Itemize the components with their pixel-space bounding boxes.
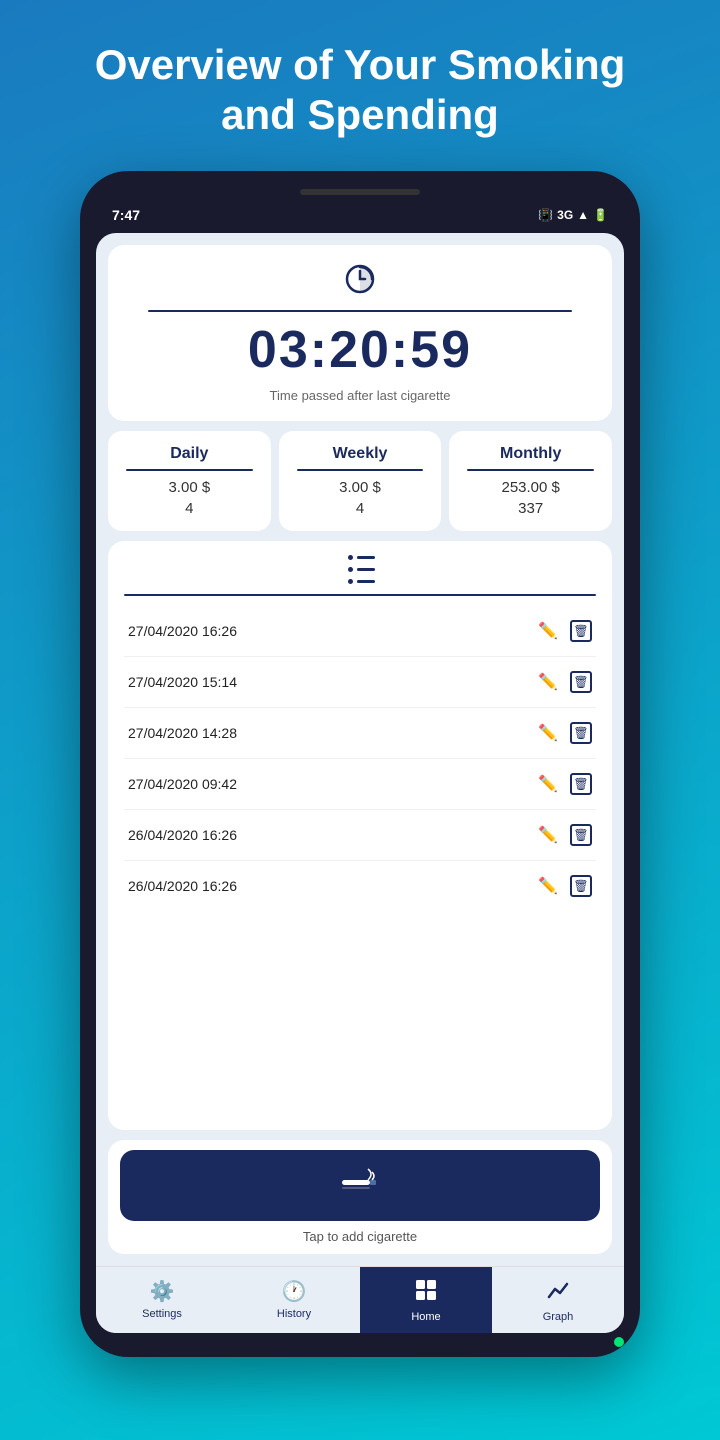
history-divider (124, 594, 596, 596)
edit-icon-4[interactable]: ✏️ (538, 774, 558, 794)
status-bar: 7:47 📳 3G ▲ 🔋 (96, 207, 624, 233)
edit-icon-1[interactable]: ✏️ (538, 621, 558, 641)
delete-icon-1[interactable]: 🗑 (570, 620, 592, 642)
delete-icon-5[interactable]: 🗑 (570, 824, 592, 846)
bottom-nav: ⚙️ Settings 🕐 History Home (96, 1266, 624, 1333)
timer-card: 03:20:59 Time passed after last cigarett… (108, 245, 612, 421)
home-icon (415, 1279, 437, 1307)
page-header: Overview of Your Smoking and Spending (0, 0, 720, 171)
timer-label: Time passed after last cigarette (128, 388, 592, 403)
history-actions-5: ✏️ 🗑 (538, 824, 592, 846)
history-date-3: 27/04/2020 14:28 (128, 725, 237, 741)
timer-display: 03:20:59 (128, 320, 592, 380)
add-cigarette-button[interactable] (120, 1150, 600, 1221)
status-icons: 📳 3G ▲ 🔋 (538, 208, 608, 222)
nav-home[interactable]: Home (360, 1267, 492, 1333)
vibrate-icon: 📳 (538, 208, 553, 222)
signal-3g: 3G (557, 208, 573, 222)
add-cigarette-label: Tap to add cigarette (120, 1229, 600, 1244)
delete-icon-6[interactable]: 🗑 (570, 875, 592, 897)
history-list-icon (124, 555, 596, 584)
status-time: 7:47 (112, 207, 140, 223)
green-status-dot (614, 1337, 624, 1347)
nav-settings[interactable]: ⚙️ Settings (96, 1267, 228, 1333)
nav-graph[interactable]: Graph (492, 1267, 624, 1333)
phone-device: 7:47 📳 3G ▲ 🔋 (80, 171, 640, 1357)
phone-screen: 03:20:59 Time passed after last cigarett… (96, 233, 624, 1333)
stat-weekly-divider (297, 469, 424, 471)
history-item: 27/04/2020 16:26 ✏️ 🗑 (124, 606, 596, 657)
edit-icon-5[interactable]: ✏️ (538, 825, 558, 845)
history-actions-6: ✏️ 🗑 (538, 875, 592, 897)
history-actions-3: ✏️ 🗑 (538, 722, 592, 744)
nav-history-label: History (277, 1308, 311, 1320)
history-item: 27/04/2020 14:28 ✏️ 🗑 (124, 708, 596, 759)
signal-bars-icon: ▲ (577, 208, 589, 222)
stats-row: Daily 3.00 $ 4 Weekly 3.00 $ 4 Monthly 2… (108, 431, 612, 531)
nav-graph-label: Graph (543, 1311, 574, 1323)
nav-history[interactable]: 🕐 History (228, 1267, 360, 1333)
stat-weekly: Weekly 3.00 $ 4 (279, 431, 442, 531)
history-actions-1: ✏️ 🗑 (538, 620, 592, 642)
edit-icon-6[interactable]: ✏️ (538, 876, 558, 896)
graph-icon (547, 1279, 569, 1307)
edit-icon-2[interactable]: ✏️ (538, 672, 558, 692)
stat-weekly-money: 3.00 $ (289, 479, 432, 496)
add-cigarette-section: Tap to add cigarette (108, 1140, 612, 1254)
timer-divider (148, 310, 572, 312)
stat-monthly: Monthly 253.00 $ 337 (449, 431, 612, 531)
delete-icon-3[interactable]: 🗑 (570, 722, 592, 744)
stat-daily-count: 4 (118, 500, 261, 517)
delete-icon-4[interactable]: 🗑 (570, 773, 592, 795)
clock-icon (128, 263, 592, 302)
history-date-6: 26/04/2020 16:26 (128, 878, 237, 894)
battery-icon: 🔋 (593, 208, 608, 222)
history-date-5: 26/04/2020 16:26 (128, 827, 237, 843)
screen-content: 03:20:59 Time passed after last cigarett… (96, 233, 624, 1266)
history-actions-2: ✏️ 🗑 (538, 671, 592, 693)
edit-icon-3[interactable]: ✏️ (538, 723, 558, 743)
history-actions-4: ✏️ 🗑 (538, 773, 592, 795)
history-date-2: 27/04/2020 15:14 (128, 674, 237, 690)
stat-monthly-title: Monthly (459, 445, 602, 463)
nav-settings-label: Settings (142, 1308, 182, 1320)
stat-monthly-divider (467, 469, 594, 471)
history-item: 27/04/2020 15:14 ✏️ 🗑 (124, 657, 596, 708)
stat-daily-divider (126, 469, 253, 471)
stat-daily-title: Daily (118, 445, 261, 463)
stat-weekly-title: Weekly (289, 445, 432, 463)
settings-icon: ⚙️ (150, 1279, 175, 1304)
history-item: 27/04/2020 09:42 ✏️ 🗑 (124, 759, 596, 810)
page-title: Overview of Your Smoking and Spending (60, 40, 660, 141)
history-date-1: 27/04/2020 16:26 (128, 623, 237, 639)
phone-notch (300, 189, 420, 195)
stat-daily: Daily 3.00 $ 4 (108, 431, 271, 531)
delete-icon-2[interactable]: 🗑 (570, 671, 592, 693)
stat-weekly-count: 4 (289, 500, 432, 517)
history-item: 26/04/2020 16:26 ✏️ 🗑 (124, 861, 596, 911)
history-item: 26/04/2020 16:26 ✏️ 🗑 (124, 810, 596, 861)
stat-monthly-count: 337 (459, 500, 602, 517)
stat-daily-money: 3.00 $ (118, 479, 261, 496)
history-icon: 🕐 (282, 1279, 307, 1304)
nav-home-label: Home (411, 1311, 440, 1323)
history-card: 27/04/2020 16:26 ✏️ 🗑 27/04/2020 15:14 ✏… (108, 541, 612, 1130)
history-date-4: 27/04/2020 09:42 (128, 776, 237, 792)
stat-monthly-money: 253.00 $ (459, 479, 602, 496)
